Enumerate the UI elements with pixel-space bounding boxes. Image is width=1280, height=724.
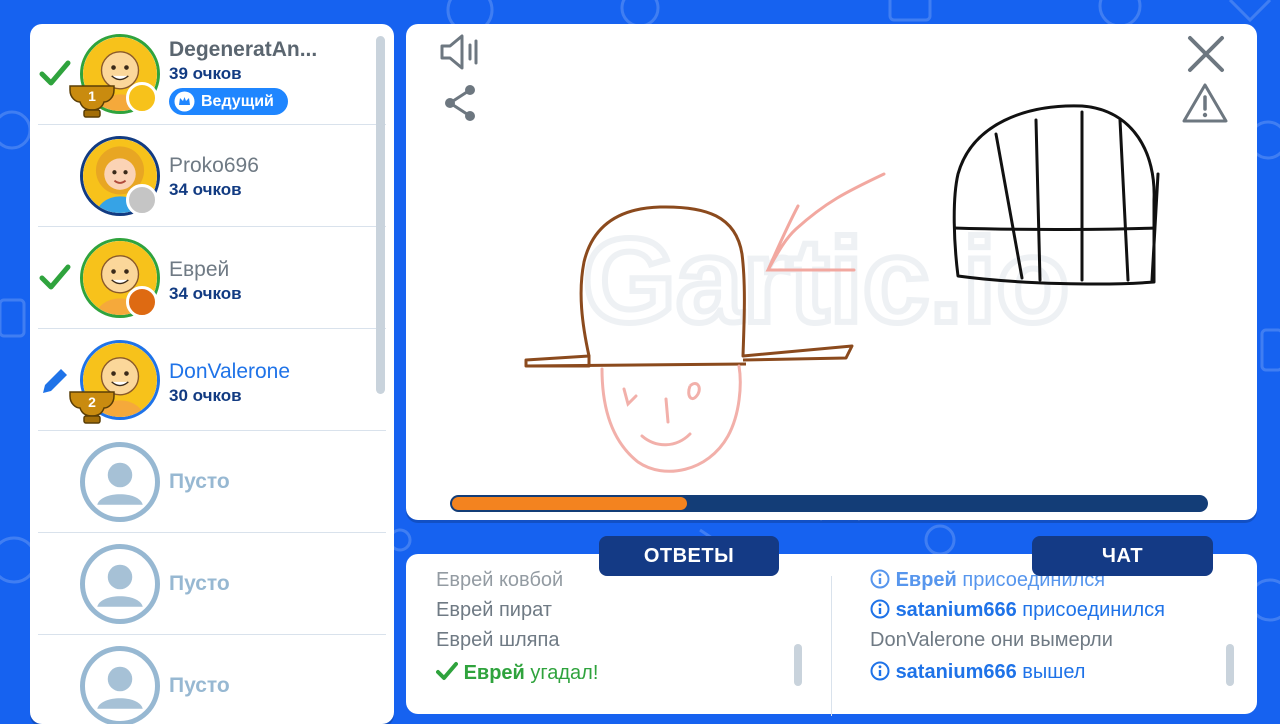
tab-answers[interactable]: ОТВЕТЫ [599, 536, 779, 576]
share-icon[interactable] [442, 82, 480, 124]
player-name: Proko696 [169, 154, 259, 177]
answer-item: Еврей ковбой [436, 569, 564, 591]
chat-item: satanium666 вышел [870, 661, 1085, 684]
warning-icon[interactable] [1182, 82, 1228, 124]
chat-scrollbar[interactable] [1226, 644, 1234, 686]
empty-slot: Пусто [38, 432, 386, 533]
player-color-dot [126, 82, 158, 114]
answer-item: Еврей пират [436, 599, 552, 621]
crown-icon [174, 91, 195, 112]
player-name: DegeneratAn... [169, 38, 318, 61]
info-icon [870, 599, 890, 619]
chat-item: satanium666 присоединился [870, 599, 1165, 622]
player-row[interactable]: Еврей 34 очков [38, 228, 386, 329]
player-row[interactable]: 1 DegeneratAn... 39 очков Ведущий [38, 24, 386, 125]
host-label: Ведущий [201, 93, 274, 110]
check-icon [39, 264, 71, 290]
player-score: 34 очков [169, 180, 242, 199]
speaker-icon[interactable] [438, 32, 486, 72]
empty-avatar-icon [80, 646, 160, 724]
chat-item: DonValerone они вымерли [870, 629, 1113, 651]
empty-slot: Пусто [38, 534, 386, 635]
tab-chat[interactable]: ЧАТ [1032, 536, 1213, 576]
empty-avatar-icon [80, 442, 160, 522]
player-row[interactable]: 2 DonValerone 30 очков [38, 330, 386, 431]
rank-number: 2 [88, 394, 96, 410]
player-color-dot [126, 184, 158, 216]
players-scrollbar[interactable] [376, 36, 385, 394]
empty-slot-label: Пусто [169, 572, 230, 595]
empty-slot: Пусто [38, 636, 386, 724]
info-icon [870, 569, 890, 589]
round-timer-bar [450, 495, 1208, 512]
close-icon[interactable] [1186, 34, 1226, 74]
player-score: 39 очков [169, 64, 242, 83]
player-color-dot [126, 286, 158, 318]
player-score: 30 очков [169, 386, 242, 405]
rank-number: 1 [88, 88, 96, 104]
player-score: 34 очков [169, 284, 242, 303]
empty-slot-label: Пусто [169, 674, 230, 697]
empty-avatar-icon [80, 544, 160, 624]
player-name: DonValerone [169, 360, 291, 383]
round-timer-fill [452, 497, 687, 510]
empty-slot-label: Пусто [169, 470, 230, 493]
drawing-canvas[interactable]: Gartic.io [406, 24, 1257, 520]
host-badge: Ведущий [169, 88, 288, 115]
bottom-panels: Еврей ковбой Еврей пират Еврей шляпа Евр… [406, 554, 1257, 716]
panel-divider [831, 576, 832, 716]
info-icon [870, 661, 890, 681]
answer-item: Еврей шляпа [436, 629, 560, 651]
trophy-icon: 2 [69, 391, 115, 424]
player-list: 1 DegeneratAn... 39 очков Ведущий Proko6… [30, 24, 394, 724]
trophy-icon: 1 [69, 85, 115, 118]
player-name: Еврей [169, 258, 230, 281]
drawing-surface: Gartic.io [524, 104, 1160, 473]
answers-scrollbar[interactable] [794, 644, 802, 686]
answer-correct: Еврей угадал! [436, 661, 598, 685]
player-row[interactable]: Proko696 34 очков [38, 126, 386, 227]
check-icon [436, 662, 458, 680]
